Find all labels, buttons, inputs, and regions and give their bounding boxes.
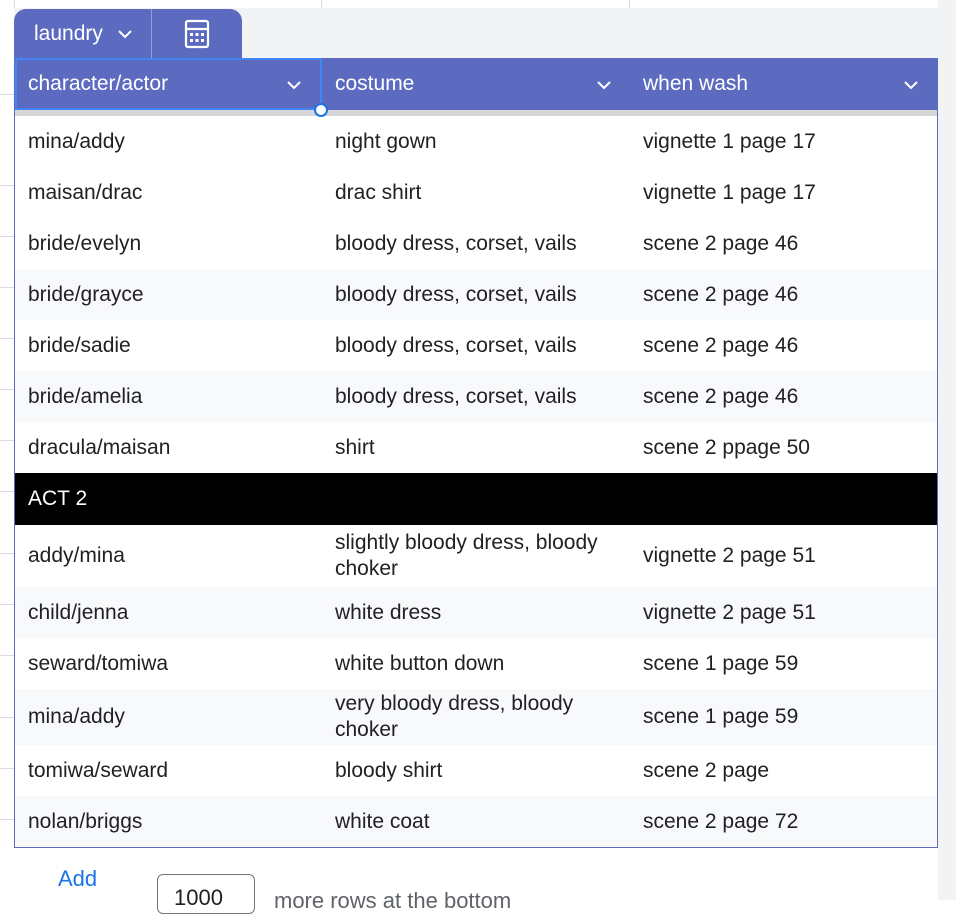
cell-costume[interactable]: bloody dress, corset, vails: [322, 282, 630, 308]
add-rows-button[interactable]: Add: [58, 866, 97, 892]
sheet-left-column: [0, 8, 14, 854]
grid-line: [0, 440, 14, 441]
table-row[interactable]: dracula/maisan shirt scene 2 ppage 50: [15, 422, 937, 473]
cell-when-wash[interactable]: scene 2 page 46: [630, 384, 937, 410]
cell-costume[interactable]: bloody dress, corset, vails: [322, 333, 630, 359]
grid-line: [321, 0, 322, 8]
column-header-label: costume: [335, 72, 415, 95]
grid-line: [0, 389, 14, 390]
column-header-label: when wash: [643, 72, 749, 95]
column-header-costume[interactable]: costume: [322, 58, 630, 110]
laundry-table: character/actor costume when wash mina/a…: [14, 58, 938, 848]
grid-line: [629, 0, 630, 8]
selection-resize-handle[interactable]: [314, 103, 328, 117]
cell-costume[interactable]: shirt: [322, 435, 630, 461]
table-row[interactable]: bride/sadie bloody dress, corset, vails …: [15, 320, 937, 371]
cell-when-wash[interactable]: vignette 2 page 51: [630, 600, 937, 626]
calculator-icon[interactable]: [152, 9, 242, 58]
cell-costume[interactable]: bloody dress, corset, vails: [322, 384, 630, 410]
cell-costume[interactable]: bloody dress, corset, vails: [322, 231, 630, 257]
chevron-down-icon[interactable]: [596, 72, 612, 96]
cell-character[interactable]: dracula/maisan: [15, 435, 322, 461]
cell-character[interactable]: bride/grayce: [15, 282, 322, 308]
grid-line: [0, 94, 14, 95]
cell-character[interactable]: mina/addy: [15, 704, 322, 730]
chevron-down-icon: [117, 29, 133, 39]
table-row[interactable]: maisan/drac drac shirt vignette 1 page 1…: [15, 167, 937, 218]
table-row[interactable]: addy/mina slightly bloody dress, bloody …: [15, 525, 937, 587]
grid-line: [0, 717, 14, 718]
cell-costume[interactable]: drac shirt: [322, 180, 630, 206]
column-header-character[interactable]: character/actor: [15, 58, 322, 110]
more-rows-label: more rows at the bottom: [274, 888, 512, 913]
cell-when-wash[interactable]: vignette 2 page 51: [630, 543, 937, 569]
chevron-down-icon[interactable]: [286, 72, 302, 96]
add-rows-bar: Add 1000 more rows at the bottom: [0, 860, 956, 914]
table-header: character/actor costume when wash: [15, 58, 937, 117]
grid-line: [0, 491, 14, 492]
cell-character[interactable]: nolan/briggs: [15, 809, 322, 835]
cell-character[interactable]: addy/mina: [15, 543, 322, 569]
cell-when-wash[interactable]: scene 2 ppage 50: [630, 435, 937, 461]
grid-line: [14, 0, 15, 8]
grid-line: [0, 819, 14, 820]
grid-line: [0, 553, 14, 554]
table-row[interactable]: bride/evelyn bloody dress, corset, vails…: [15, 218, 937, 269]
column-header-label: character/actor: [28, 72, 169, 95]
cell-character[interactable]: bride/amelia: [15, 384, 322, 410]
cell-character[interactable]: seward/tomiwa: [15, 651, 322, 677]
grid-line: [0, 185, 14, 186]
cell-costume[interactable]: slightly bloody dress, bloody choker: [322, 530, 630, 582]
chevron-down-icon[interactable]: [903, 72, 919, 96]
table-name-label: laundry: [34, 21, 103, 45]
grid-line: [0, 604, 14, 605]
cell-costume[interactable]: night gown: [322, 129, 630, 155]
cell-character[interactable]: child/jenna: [15, 600, 322, 626]
cell-when-wash[interactable]: vignette 1 page 17: [630, 129, 937, 155]
column-header-when-wash[interactable]: when wash: [630, 58, 937, 110]
grid-line: [0, 236, 14, 237]
cell-costume[interactable]: white button down: [322, 651, 630, 677]
section-row-act-2[interactable]: ACT 2: [15, 473, 937, 525]
cell-when-wash[interactable]: scene 2 page: [630, 758, 937, 784]
cell-character[interactable]: bride/sadie: [15, 333, 322, 359]
table-row[interactable]: tomiwa/seward bloody shirt scene 2 page: [15, 745, 937, 796]
cell-character[interactable]: maisan/drac: [15, 180, 322, 206]
cell-character[interactable]: bride/evelyn: [15, 231, 322, 257]
cell-when-wash[interactable]: scene 1 page 59: [630, 651, 937, 677]
table-tab[interactable]: laundry: [14, 9, 242, 58]
cell-character[interactable]: tomiwa/seward: [15, 758, 322, 784]
grid-line: [0, 338, 14, 339]
cell-when-wash[interactable]: scene 2 page 72: [630, 809, 937, 835]
cell-when-wash[interactable]: scene 1 page 59: [630, 704, 937, 730]
table-row[interactable]: seward/tomiwa white button down scene 1 …: [15, 638, 937, 689]
cell-character[interactable]: mina/addy: [15, 129, 322, 155]
table-row[interactable]: mina/addy night gown vignette 1 page 17: [15, 116, 937, 167]
grid-line: [0, 287, 14, 288]
row-count-input[interactable]: 1000: [157, 874, 255, 914]
cell-costume[interactable]: white dress: [322, 600, 630, 626]
cell-when-wash[interactable]: scene 2 page 46: [630, 282, 937, 308]
table-row[interactable]: bride/amelia bloody dress, corset, vails…: [15, 371, 937, 422]
table-row[interactable]: child/jenna white dress vignette 2 page …: [15, 587, 937, 638]
table-row[interactable]: nolan/briggs white coat scene 2 page 72: [15, 796, 937, 847]
cell-costume[interactable]: very bloody dress, bloody choker: [322, 691, 630, 743]
cell-costume[interactable]: bloody shirt: [322, 758, 630, 784]
table-row[interactable]: bride/grayce bloody dress, corset, vails…: [15, 269, 937, 320]
cell-when-wash[interactable]: scene 2 page 46: [630, 333, 937, 359]
table-name-dropdown[interactable]: laundry: [14, 9, 152, 58]
cell-when-wash[interactable]: scene 2 page 46: [630, 231, 937, 257]
table-row[interactable]: mina/addy very bloody dress, bloody chok…: [15, 689, 937, 745]
section-label[interactable]: ACT 2: [15, 486, 322, 512]
grid-line: [0, 768, 14, 769]
sheet-right-edge: [938, 0, 956, 900]
cell-costume[interactable]: white coat: [322, 809, 630, 835]
grid-line: [0, 655, 14, 656]
cell-when-wash[interactable]: vignette 1 page 17: [630, 180, 937, 206]
